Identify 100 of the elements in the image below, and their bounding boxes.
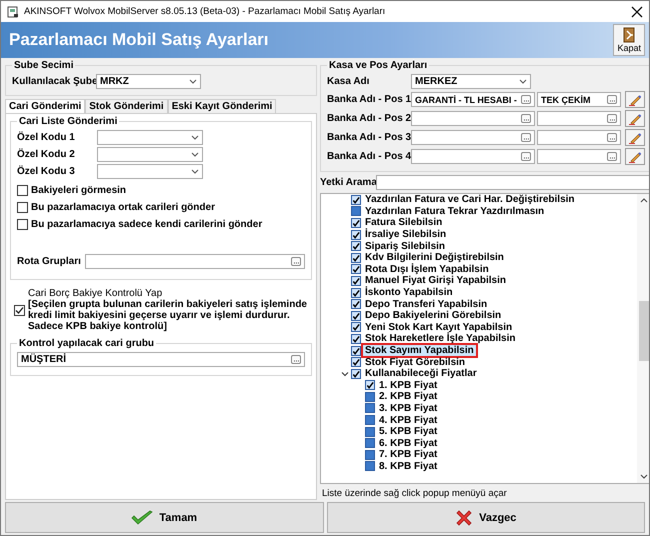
- tree-item[interactable]: Rota Dışı İşlem Yapabilsin: [363, 264, 491, 275]
- checkbox[interactable]: [351, 218, 361, 228]
- installment-field[interactable]: TEK ÇEKİM: [537, 92, 621, 107]
- tree-item[interactable]: Depo Bakiyelerini Görebilsin: [363, 310, 504, 322]
- tab[interactable]: Stok Gönderimi: [85, 99, 168, 113]
- edit-button[interactable]: [625, 129, 645, 146]
- scroll-up-icon[interactable]: [640, 197, 648, 203]
- ok-button[interactable]: Tamam: [5, 502, 324, 533]
- bank-field[interactable]: [411, 149, 535, 164]
- pencil-icon: [628, 132, 642, 144]
- close-icon[interactable]: [631, 6, 643, 18]
- browse-icon[interactable]: [607, 133, 617, 142]
- tree-item[interactable]: İrsaliye Silebilsin: [363, 229, 448, 240]
- field-label: Banka Adı - Pos 3: [327, 132, 409, 143]
- checkbox[interactable]: [351, 264, 361, 274]
- group-title: Kontrol yapılacak cari grubu: [18, 338, 156, 349]
- checkbox[interactable]: [351, 334, 361, 344]
- tree-item[interactable]: 3. KPB Fiyat: [377, 402, 440, 414]
- scrollbar-thumb[interactable]: [639, 301, 649, 361]
- browse-icon[interactable]: [521, 95, 531, 104]
- tree-item[interactable]: Sipariş Silebilsin: [363, 240, 448, 252]
- bank-field[interactable]: [411, 130, 535, 145]
- scrollbar[interactable]: [637, 194, 649, 483]
- tab[interactable]: Cari Gönderimi: [5, 99, 86, 113]
- checkbox[interactable]: [17, 219, 28, 230]
- browse-icon[interactable]: [521, 133, 531, 142]
- tree-item[interactable]: Depo Transferi Yapabilsin: [363, 298, 490, 310]
- tab[interactable]: Eski Kayıt Gönderimi: [168, 99, 276, 113]
- tree-item[interactable]: Stok Sayımı Yapabilsin: [363, 345, 476, 356]
- tree-item[interactable]: Kullanabileceği Fiyatlar: [363, 368, 479, 380]
- close-button[interactable]: Kapat: [613, 24, 645, 56]
- checkbox[interactable]: [365, 438, 375, 448]
- route-groups-field[interactable]: [85, 254, 305, 269]
- bank-field[interactable]: GARANTİ - TL HESABI -: [411, 92, 535, 107]
- tree-item[interactable]: Stok Hareketlere İşle Yapabilsin: [363, 333, 518, 344]
- pencil-icon: [628, 112, 642, 124]
- browse-icon[interactable]: [607, 95, 617, 104]
- checkbox[interactable]: [351, 346, 361, 356]
- checkbox[interactable]: [351, 357, 361, 368]
- header-title: Pazarlamacı Mobil Satış Ayarları: [9, 30, 269, 50]
- search-field[interactable]: [376, 175, 649, 190]
- browse-icon[interactable]: [291, 257, 301, 266]
- expand-icon[interactable]: [341, 370, 349, 378]
- edit-button[interactable]: [625, 91, 645, 108]
- tree-item[interactable]: 1. KPB Fiyat: [377, 380, 440, 391]
- installment-field[interactable]: [537, 130, 621, 145]
- checkbox[interactable]: [365, 415, 375, 426]
- checkbox[interactable]: [351, 194, 361, 205]
- tree-item[interactable]: Yazdırılan Fatura ve Cari Har. Değiştirebilsin: [363, 194, 577, 206]
- edit-button[interactable]: [625, 110, 645, 127]
- field-label: Özel Kodu 2: [17, 149, 76, 160]
- checkbox[interactable]: [365, 450, 375, 460]
- tree-item[interactable]: Fatura Silebilsin: [363, 217, 444, 228]
- field-label: Yetki Arama: [320, 177, 374, 188]
- checkbox[interactable]: [365, 461, 375, 472]
- checkbox[interactable]: [351, 241, 361, 252]
- checkbox[interactable]: [351, 288, 361, 298]
- browse-icon[interactable]: [521, 152, 531, 161]
- tree-item[interactable]: Yeni Stok Kart Kayıt Yapabilsin: [363, 322, 514, 333]
- tree-item[interactable]: 6. KPB Fiyat: [377, 438, 440, 449]
- checkbox[interactable]: [365, 392, 375, 402]
- tree-item[interactable]: 7. KPB Fiyat: [377, 449, 440, 460]
- checkbox[interactable]: [351, 276, 361, 286]
- tree-item[interactable]: Kdv Bilgilerini Değiştirebilsin: [363, 252, 506, 264]
- checkbox[interactable]: [351, 230, 361, 240]
- tree-item[interactable]: Manuel Fiyat Girişi Yapabilsin: [363, 275, 508, 286]
- scroll-down-icon[interactable]: [640, 474, 648, 480]
- checkbox[interactable]: [17, 185, 28, 196]
- checkbox[interactable]: [14, 304, 25, 316]
- browse-icon[interactable]: [607, 114, 617, 123]
- checkbox[interactable]: [351, 206, 361, 216]
- cash-dropdown[interactable]: MERKEZ: [411, 74, 531, 89]
- checkbox[interactable]: [365, 380, 375, 390]
- group-title: Sube Secimi: [13, 60, 74, 71]
- browse-icon[interactable]: [521, 114, 531, 123]
- checkbox[interactable]: [351, 368, 361, 379]
- checkbox[interactable]: [351, 322, 361, 332]
- tree-item[interactable]: İskonto Yapabilsin: [363, 287, 455, 298]
- field-label: Banka Adı - Pos 4: [327, 151, 409, 162]
- tree-item[interactable]: 5. KPB Fiyat: [377, 426, 440, 438]
- browse-icon[interactable]: [291, 355, 301, 364]
- tree-item[interactable]: 4. KPB Fiyat: [377, 414, 440, 426]
- branch-dropdown[interactable]: MRKZ: [96, 74, 201, 89]
- browse-icon[interactable]: [607, 152, 617, 161]
- checkbox[interactable]: [351, 299, 361, 310]
- customer-group-field[interactable]: MÜŞTERİ: [17, 352, 305, 367]
- tree-item[interactable]: Stok Fiyat Görebilsin: [363, 356, 468, 368]
- checkbox[interactable]: [365, 403, 375, 414]
- checkbox[interactable]: [17, 202, 28, 213]
- checkbox[interactable]: [351, 310, 361, 321]
- checkbox[interactable]: [365, 426, 375, 437]
- tree-item[interactable]: 2. KPB Fiyat: [377, 391, 440, 402]
- cancel-button[interactable]: Vazgec: [326, 502, 645, 533]
- installment-field[interactable]: [537, 111, 621, 126]
- edit-button[interactable]: [625, 148, 645, 165]
- tree-item[interactable]: 8. KPB Fiyat: [377, 460, 440, 472]
- checkbox[interactable]: [351, 252, 361, 263]
- installment-field[interactable]: [537, 149, 621, 164]
- bank-field[interactable]: [411, 111, 535, 126]
- tree-item[interactable]: Yazdırılan Fatura Tekrar Yazdırılmasın: [363, 206, 546, 217]
